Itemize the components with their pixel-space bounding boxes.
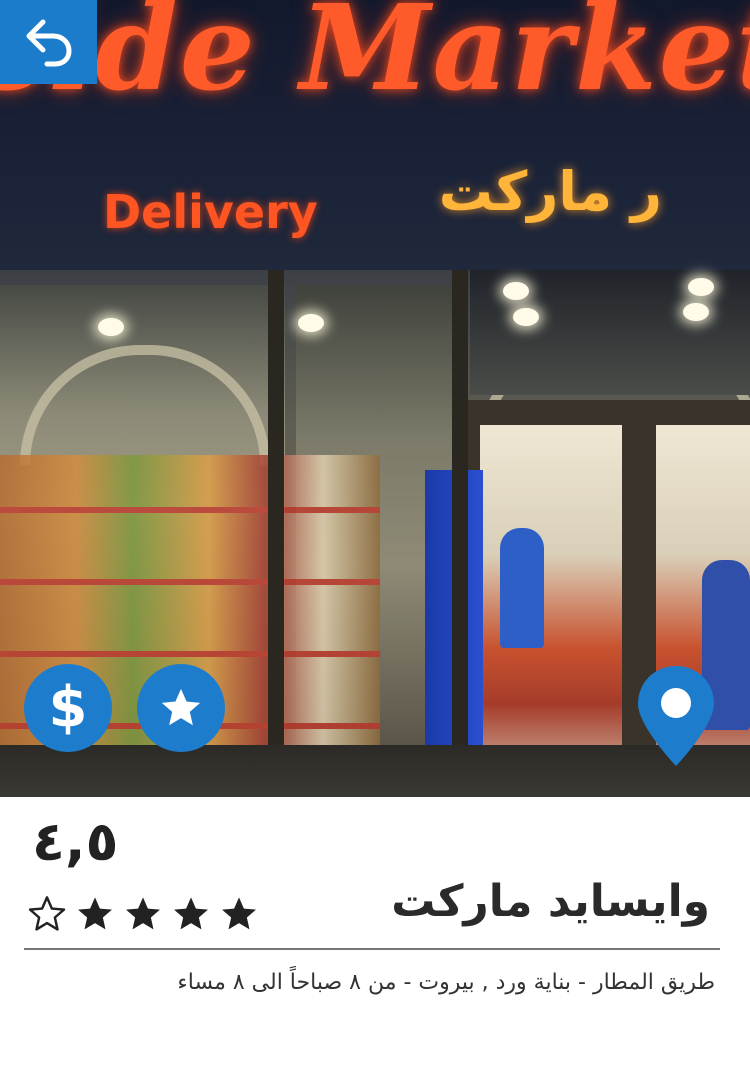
location-pin-icon [638, 666, 714, 766]
ceiling-light [98, 318, 124, 336]
star-outline-icon [28, 896, 66, 931]
divider [24, 948, 720, 950]
store-facade: side Market Delivery ر ماركت [0, 0, 750, 270]
ceiling-light [513, 308, 539, 326]
ceiling-light [298, 314, 324, 332]
store-sign-arabic: ر ماركت [438, 160, 662, 223]
rating-stars [26, 893, 260, 935]
store-sign-title: side Market [0, 0, 750, 117]
store-sign-delivery: Delivery [103, 185, 318, 239]
store-address: طريق المطار - بناية ورد , بيروت - من ٨ ص… [177, 970, 715, 995]
price-button[interactable]: $ [24, 664, 112, 752]
shop-person [500, 528, 544, 648]
pillar [452, 270, 468, 797]
store-name: وايسايد ماركت [391, 876, 710, 927]
rating-value: ٤,٥ [32, 810, 119, 873]
location-button[interactable] [636, 664, 716, 768]
star-filled-icon [222, 897, 256, 930]
ceiling-light [688, 278, 714, 296]
ceiling-light [503, 282, 529, 300]
star-filled-icon [126, 897, 160, 930]
star-icon [161, 688, 201, 726]
star-filled-icon [174, 897, 208, 930]
back-button[interactable] [0, 0, 97, 84]
star-filled-icon [78, 897, 112, 930]
pillar [268, 270, 284, 797]
dollar-icon: $ [48, 675, 88, 740]
favorite-button[interactable] [137, 664, 225, 752]
back-arrow-icon [26, 19, 72, 67]
ceiling-light [683, 303, 709, 321]
